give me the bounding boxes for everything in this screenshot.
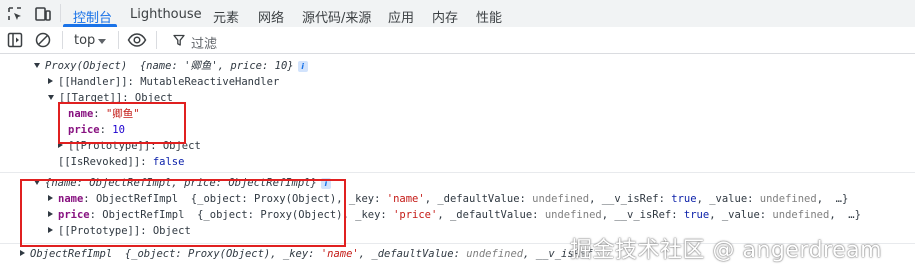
tab-memory[interactable]: 内存: [432, 7, 458, 26]
undefined-value: undefined: [532, 193, 590, 205]
highlight-box-refs: [20, 179, 346, 247]
ref-value-text: , _value:: [696, 193, 760, 205]
proxy-preview: {name: '卿鱼', price: 10}: [139, 60, 294, 72]
expand-arrow-icon[interactable]: [48, 94, 54, 100]
tab-sources[interactable]: 源代码/来源: [302, 7, 371, 26]
tab-application[interactable]: 应用: [388, 7, 414, 26]
toolbar-separator: [62, 31, 63, 49]
revoked-value: false: [152, 156, 185, 168]
device-toolbar-icon[interactable]: [34, 5, 52, 23]
revoked-row: [[IsRevoked]]: false: [58, 156, 185, 168]
revoked-key: [[IsRevoked]]: [58, 156, 141, 168]
tab-network[interactable]: 网络: [258, 7, 284, 26]
proxy-entry-header[interactable]: Proxy(Object) {name: '卿鱼', price: 10} i: [34, 58, 308, 74]
ref-key-string: 'price': [393, 209, 438, 221]
tabbar-separator: [60, 4, 61, 22]
toolbar-separator: [156, 31, 157, 49]
last-ref-type: ObjectRefImpl: [30, 248, 113, 260]
watermark-text: 掘金技术社区 @ angerdream: [570, 238, 883, 263]
last-default-text: , _defaultValue:: [358, 248, 467, 260]
filter-placeholder: 过滤: [191, 37, 218, 52]
true-value: true: [683, 209, 710, 221]
ref-isref-text: , __v_isRef:: [601, 209, 684, 221]
info-icon[interactable]: i: [297, 60, 308, 72]
ref-default-text: , _defaultValue:: [424, 193, 533, 205]
handler-key: [[Handler]]: [58, 76, 128, 88]
tab-lighthouse[interactable]: Lighthouse: [130, 7, 202, 22]
ref-isref-text: , __v_isRef:: [589, 193, 672, 205]
toolbar-separator: [118, 31, 119, 49]
tab-elements[interactable]: 元素: [213, 7, 239, 26]
ellipsis-button[interactable]: …}: [836, 193, 849, 205]
proxy-type-label: Proxy(Object): [45, 60, 128, 72]
log-separator: [0, 172, 915, 173]
undefined-value: undefined: [544, 209, 602, 221]
devtools-tabbar: 控制台 Lighthouse 元素 网络 源代码/来源 应用 内存 性能: [0, 0, 915, 28]
last-undefined-value: undefined: [466, 248, 524, 260]
ref-value-text: , _value:: [709, 209, 773, 221]
last-object-text: {_object: Proxy(Object), _key:: [124, 248, 321, 260]
collapse-arrow-icon[interactable]: [48, 78, 53, 84]
undefined-value: undefined: [772, 209, 830, 221]
last-entry-row[interactable]: ObjectRefImpl {_object: Proxy(Object), _…: [20, 246, 593, 262]
context-selector[interactable]: top: [74, 33, 95, 48]
tab-performance[interactable]: 性能: [476, 7, 502, 26]
collapse-arrow-icon[interactable]: [20, 250, 25, 256]
inspect-element-icon[interactable]: [6, 5, 24, 23]
ref-key-string: 'name': [386, 193, 425, 205]
undefined-value: undefined: [759, 193, 817, 205]
last-key-string: 'name': [320, 248, 359, 260]
filter-input[interactable]: [163, 30, 915, 50]
ellipsis-button[interactable]: …}: [848, 209, 861, 221]
clear-console-icon[interactable]: [34, 31, 52, 49]
sidebar-toggle-icon[interactable]: [6, 31, 24, 49]
true-value: true: [671, 193, 697, 205]
expand-arrow-icon[interactable]: [34, 62, 40, 68]
highlight-box-target-props: [58, 102, 186, 144]
filter-icon: [173, 34, 185, 46]
handler-row[interactable]: [[Handler]]: MutableReactiveHandler: [48, 74, 279, 90]
chevron-down-icon: [98, 39, 106, 44]
eye-icon[interactable]: [127, 32, 147, 48]
ref-default-text: , _defaultValue:: [437, 209, 545, 221]
handler-value: MutableReactiveHandler: [140, 76, 280, 88]
